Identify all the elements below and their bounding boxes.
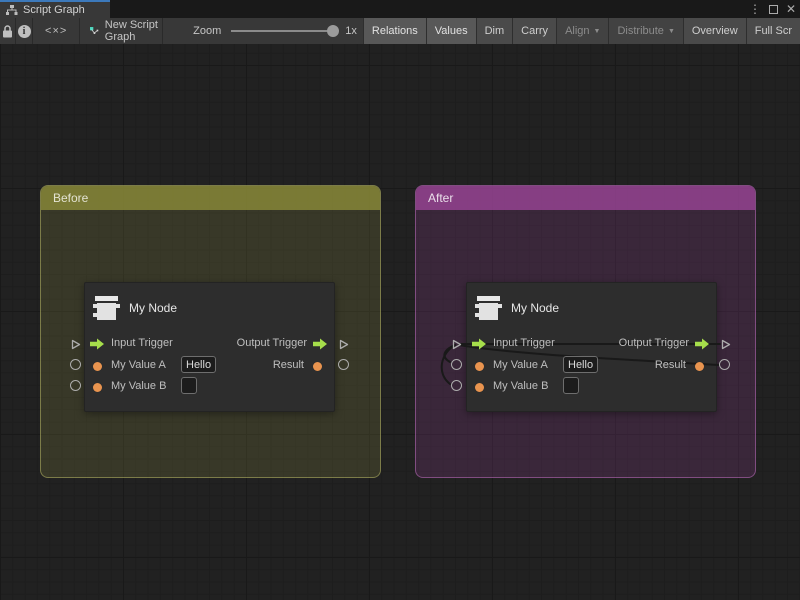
ext-result-port-right[interactable]: [719, 359, 730, 370]
fullscreen-button[interactable]: Full Scr: [746, 18, 800, 44]
input-trigger-label: Input Trigger: [111, 337, 173, 349]
zoom-label: Zoom: [193, 25, 221, 37]
node-my-node-before[interactable]: My Node Input Trigger Output Trigger My …: [84, 282, 335, 412]
unit-icon: [474, 294, 504, 322]
ext-result-port-right[interactable]: [338, 359, 349, 370]
group-before-label: Before: [53, 191, 88, 205]
dim-toggle[interactable]: Dim: [476, 18, 513, 44]
graph-name-label: New Script Graph: [105, 19, 162, 43]
value-a-port[interactable]: [475, 362, 484, 371]
ext-value-a-port-left[interactable]: [451, 359, 462, 370]
node-title: My Node: [511, 301, 559, 315]
value-b-label: My Value B: [111, 380, 166, 392]
group-after-header[interactable]: After: [416, 186, 755, 210]
group-after-label: After: [428, 191, 453, 205]
toolbar-buttons: Relations Values Dim Carry Align ▼ Distr…: [363, 18, 800, 44]
result-label: Result: [273, 359, 304, 371]
ext-value-b-port-left[interactable]: [70, 380, 81, 391]
value-a-label: My Value A: [111, 359, 166, 371]
info-icon: i: [18, 25, 31, 38]
zoom-value: 1x: [345, 25, 357, 37]
window-maximize-icon[interactable]: [769, 5, 778, 14]
zoom-control: Zoom 1x: [163, 18, 357, 44]
value-a-input[interactable]: Hello: [181, 356, 216, 373]
value-b-label: My Value B: [493, 380, 548, 392]
zoom-slider[interactable]: [231, 30, 333, 32]
output-trigger-label: Output Trigger: [619, 337, 689, 349]
result-port[interactable]: [695, 362, 704, 371]
lock-button[interactable]: [0, 18, 16, 44]
tab-label: Script Graph: [23, 4, 85, 16]
zoom-slider-handle[interactable]: [327, 25, 339, 37]
toolbar: i <×> New Script Graph Zoom 1x Relations…: [0, 18, 800, 44]
graph-tab-icon: [6, 5, 18, 16]
align-dropdown[interactable]: Align ▼: [556, 18, 608, 44]
lock-icon: [2, 25, 13, 38]
ext-value-b-port-left[interactable]: [451, 380, 462, 391]
value-a-label: My Value A: [493, 359, 548, 371]
tab-bar: Script Graph ⋮ ✕: [0, 0, 800, 18]
node-title: My Node: [129, 301, 177, 315]
ext-flow-port-left[interactable]: [69, 338, 82, 351]
code-preview-button[interactable]: <×>: [33, 18, 80, 44]
script-graph-icon: [90, 25, 99, 37]
unit-icon: [92, 294, 122, 322]
tab-script-graph[interactable]: Script Graph: [0, 0, 110, 18]
ext-flow-port-left[interactable]: [450, 338, 463, 351]
value-b-input[interactable]: [563, 377, 579, 394]
value-b-port[interactable]: [93, 383, 102, 392]
result-label: Result: [655, 359, 686, 371]
output-trigger-label: Output Trigger: [237, 337, 307, 349]
overview-button[interactable]: Overview: [683, 18, 746, 44]
flow-out-icon[interactable]: [695, 338, 710, 350]
flow-out-icon[interactable]: [313, 338, 328, 350]
node-my-node-after[interactable]: My Node Input Trigger Output Trigger My …: [466, 282, 717, 412]
value-b-port[interactable]: [475, 383, 484, 392]
chevron-down-icon: ▼: [668, 28, 675, 35]
graph-canvas[interactable]: Before After My Node Inp: [0, 44, 800, 600]
group-before-header[interactable]: Before: [41, 186, 380, 210]
chevron-down-icon: ▼: [594, 28, 601, 35]
flow-in-icon[interactable]: [472, 338, 487, 350]
graph-selector[interactable]: New Script Graph: [80, 18, 163, 44]
carry-toggle[interactable]: Carry: [512, 18, 556, 44]
value-b-input[interactable]: [181, 377, 197, 394]
values-toggle[interactable]: Values: [426, 18, 476, 44]
input-trigger-label: Input Trigger: [493, 337, 555, 349]
window-close-icon[interactable]: ✕: [786, 0, 796, 18]
value-a-input[interactable]: Hello: [563, 356, 598, 373]
ext-flow-port-right[interactable]: [719, 338, 732, 351]
value-a-port[interactable]: [93, 362, 102, 371]
ext-value-a-port-left[interactable]: [70, 359, 81, 370]
distribute-dropdown[interactable]: Distribute ▼: [608, 18, 682, 44]
window-menu-icon[interactable]: ⋮: [749, 0, 761, 18]
info-button[interactable]: i: [16, 18, 33, 44]
relations-toggle[interactable]: Relations: [363, 18, 426, 44]
result-port[interactable]: [313, 362, 322, 371]
code-icon: <×>: [45, 25, 67, 37]
ext-flow-port-right[interactable]: [337, 338, 350, 351]
flow-in-icon[interactable]: [90, 338, 105, 350]
